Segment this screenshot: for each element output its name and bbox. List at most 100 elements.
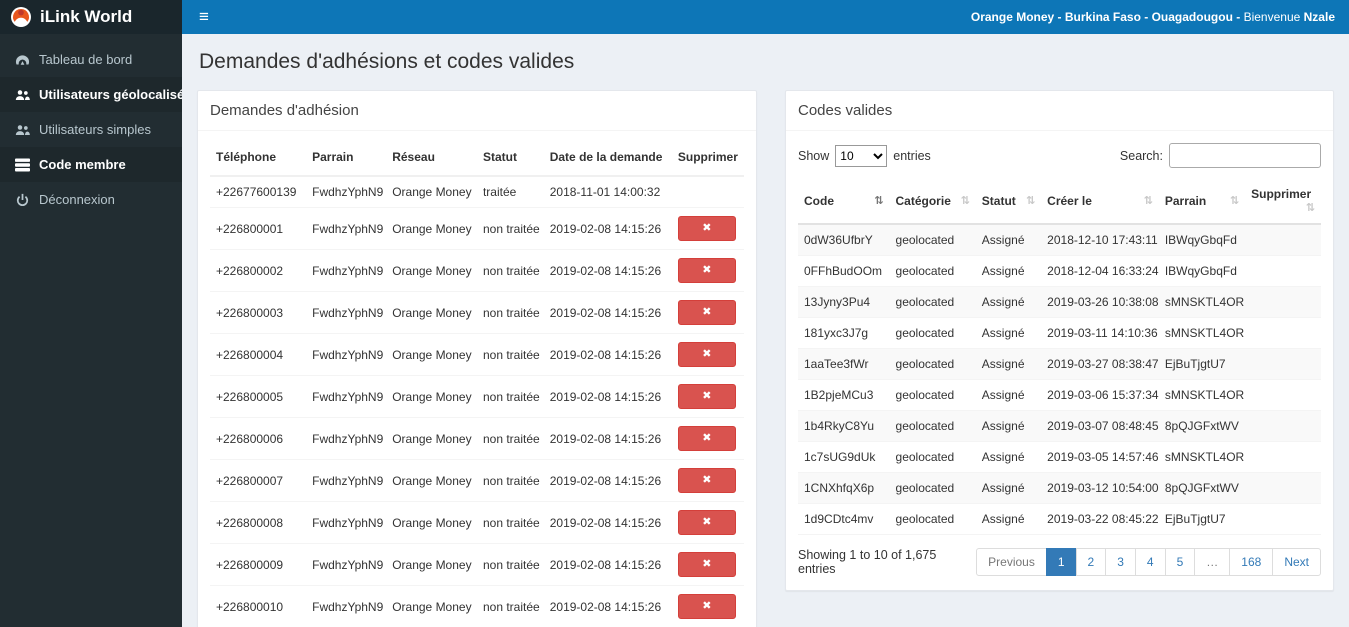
cell: 2019-02-08 14:15:26 bbox=[543, 585, 672, 627]
cell: 2019-03-26 10:38:08 bbox=[1041, 286, 1159, 318]
sortable-column-header-parrain[interactable]: Parrain ⇅ bbox=[1158, 178, 1246, 225]
cell: Assigné bbox=[975, 441, 1042, 473]
cell: geolocated bbox=[889, 410, 976, 442]
cell: +226800005 bbox=[210, 375, 307, 418]
codes-panel-title: Codes valides bbox=[786, 91, 1333, 131]
delete-button[interactable]: ✖ bbox=[677, 594, 736, 619]
cell: sMNSKTL4OR bbox=[1158, 286, 1246, 318]
cell: Assigné bbox=[975, 410, 1042, 442]
codes-table-header-row: Code ⇅ Catégorie ⇅ Statut ⇅ Créer le ⇅ Parrain ⇅ S… bbox=[798, 178, 1321, 225]
sidebar-item-deconnexion[interactable]: Déconnexion bbox=[0, 182, 182, 217]
cell: IBWqyGbqFd bbox=[1158, 255, 1246, 287]
sidebar-item-label: Tableau de bord bbox=[39, 52, 133, 67]
sidebar-menu: Tableau de bord Utilisateurs géolocalisés… bbox=[0, 34, 182, 217]
sortable-column-header-categorie[interactable]: Catégorie ⇅ bbox=[889, 178, 976, 225]
cell: FwdhzYphN9 bbox=[306, 375, 387, 418]
adhesion-panel: Demandes d'adhésion Téléphone Parrain Rése… bbox=[197, 90, 757, 627]
sidebar-item-code-membre[interactable]: Code membre bbox=[0, 147, 182, 182]
cell: Orange Money bbox=[386, 585, 477, 627]
brand-title: iLink World bbox=[40, 7, 133, 26]
delete-button[interactable]: ✖ bbox=[677, 258, 736, 283]
delete-button[interactable]: ✖ bbox=[677, 468, 736, 493]
globe-logo-icon bbox=[10, 6, 32, 28]
cell: non traitée bbox=[476, 417, 544, 460]
sort-icon: ⇅ bbox=[1143, 194, 1153, 207]
table-row: +226800004 FwdhzYphN9 Orange Money non trai… bbox=[210, 333, 744, 376]
delete-button[interactable]: ✖ bbox=[677, 216, 736, 241]
cell: +226800008 bbox=[210, 501, 307, 544]
cell: 1aaTee3fWr bbox=[798, 348, 890, 380]
sidebar-item-label: Déconnexion bbox=[39, 192, 115, 207]
cell-supprimer: ✖ bbox=[671, 291, 744, 334]
codes-table-body: 0dW36UfbrY geolocated Assigné 2018-12-10 17… bbox=[798, 224, 1321, 535]
cell: +226800007 bbox=[210, 459, 307, 502]
top-navbar: iLink World ≡ Orange Money - Burkina Fas… bbox=[0, 0, 1349, 34]
cell: FwdhzYphN9 bbox=[306, 459, 387, 502]
cell: 2019-03-11 14:10:36 bbox=[1041, 317, 1159, 349]
server-icon bbox=[14, 157, 30, 172]
sortable-column-header-statut[interactable]: Statut ⇅ bbox=[975, 178, 1042, 225]
cell bbox=[1245, 317, 1321, 349]
users-icon bbox=[14, 122, 30, 137]
cell-supprimer: ✖ bbox=[671, 333, 744, 376]
cell: Orange Money bbox=[386, 543, 477, 586]
cell: +226800009 bbox=[210, 543, 307, 586]
menu-icon[interactable]: ≡ bbox=[182, 0, 226, 34]
brand[interactable]: iLink World bbox=[0, 0, 182, 34]
cell: EjBuTjgtU7 bbox=[1158, 348, 1246, 380]
table-row: +22677600139 FwdhzYphN9 Orange Money traité… bbox=[210, 176, 744, 208]
cell: 2019-02-08 14:15:26 bbox=[543, 249, 672, 292]
cell: non traitée bbox=[476, 375, 544, 418]
sortable-column-header-supprimer[interactable]: Supprimer ⇅ bbox=[1245, 178, 1321, 225]
cell: FwdhzYphN9 bbox=[306, 207, 387, 250]
pagination-page-1[interactable]: 1 bbox=[1045, 548, 1077, 576]
column-header-supprimer: Supprimer bbox=[671, 139, 744, 177]
x-icon: ✖ bbox=[702, 222, 712, 234]
x-icon: ✖ bbox=[702, 558, 712, 570]
cell: FwdhzYphN9 bbox=[306, 585, 387, 627]
pagination-page-4[interactable]: 4 bbox=[1134, 548, 1166, 576]
cell: 1d9CDtc4mv bbox=[798, 503, 890, 535]
cell: Assigné bbox=[975, 379, 1042, 411]
adhesion-table-header-row: Téléphone Parrain Réseau Statut Date de la d… bbox=[210, 139, 744, 177]
delete-button[interactable]: ✖ bbox=[677, 552, 736, 577]
table-row: 1B2pjeMCu3 geolocated Assigné 2019-03-06 15… bbox=[798, 379, 1321, 411]
table-row: 13Jyny3Pu4 geolocated Assigné 2019-03-26 10… bbox=[798, 286, 1321, 318]
cell: 2019-02-08 14:15:26 bbox=[543, 291, 672, 334]
search-input[interactable] bbox=[1169, 143, 1321, 168]
pagination-page-2[interactable]: 2 bbox=[1075, 548, 1107, 576]
cell: EjBuTjgtU7 bbox=[1158, 503, 1246, 535]
sortable-column-header-code[interactable]: Code ⇅ bbox=[798, 178, 890, 225]
cell: 1CNXhfqX6p bbox=[798, 472, 890, 504]
cell: non traitée bbox=[476, 501, 544, 544]
pagination-page-168[interactable]: 168 bbox=[1229, 548, 1274, 576]
table-info: Showing 1 to 10 of 1,675 entries bbox=[798, 548, 937, 576]
delete-button[interactable]: ✖ bbox=[677, 300, 736, 325]
cell: 8pQJGFxtWV bbox=[1158, 410, 1246, 442]
page-length-select[interactable]: 10 bbox=[835, 144, 888, 167]
cell: Orange Money bbox=[386, 459, 477, 502]
page-length-control: Show 10 entries bbox=[798, 144, 931, 167]
cell: geolocated bbox=[889, 224, 976, 256]
delete-button[interactable]: ✖ bbox=[677, 384, 736, 409]
pagination-next[interactable]: Next bbox=[1272, 548, 1321, 576]
cell: 2019-02-08 14:15:26 bbox=[543, 501, 672, 544]
search-label: Search: bbox=[1119, 148, 1163, 163]
welcome-location: Orange Money - Burkina Faso - Ouagadougo… bbox=[970, 10, 1241, 24]
cell: 2019-02-08 14:15:26 bbox=[543, 543, 672, 586]
pagination-previous[interactable]: Previous bbox=[976, 548, 1047, 576]
adhesion-panel-title: Demandes d'adhésion bbox=[198, 91, 756, 131]
delete-button[interactable]: ✖ bbox=[677, 510, 736, 535]
delete-button[interactable]: ✖ bbox=[677, 342, 736, 367]
sort-icon: ⇅ bbox=[1229, 194, 1240, 207]
pagination-page-3[interactable]: 3 bbox=[1105, 548, 1136, 576]
codes-panel: Codes valides Show 10 entries Search: Co… bbox=[785, 90, 1334, 591]
sidebar-item-utilisateurs-geolocalises[interactable]: Utilisateurs géolocalisés bbox=[0, 77, 182, 112]
table-row: 1d9CDtc4mv geolocated Assigné 2019-03-22 08… bbox=[798, 503, 1321, 535]
page-title: Demandes d'adhésions et codes valides bbox=[199, 50, 575, 73]
delete-button[interactable]: ✖ bbox=[677, 426, 736, 451]
sidebar-item-utilisateurs-simples[interactable]: Utilisateurs simples bbox=[0, 112, 182, 147]
sidebar-item-tableau-de-bord[interactable]: Tableau de bord bbox=[0, 42, 182, 77]
pagination-page-5[interactable]: 5 bbox=[1164, 548, 1196, 576]
sortable-column-header-creer-le[interactable]: Créer le ⇅ bbox=[1041, 178, 1159, 225]
